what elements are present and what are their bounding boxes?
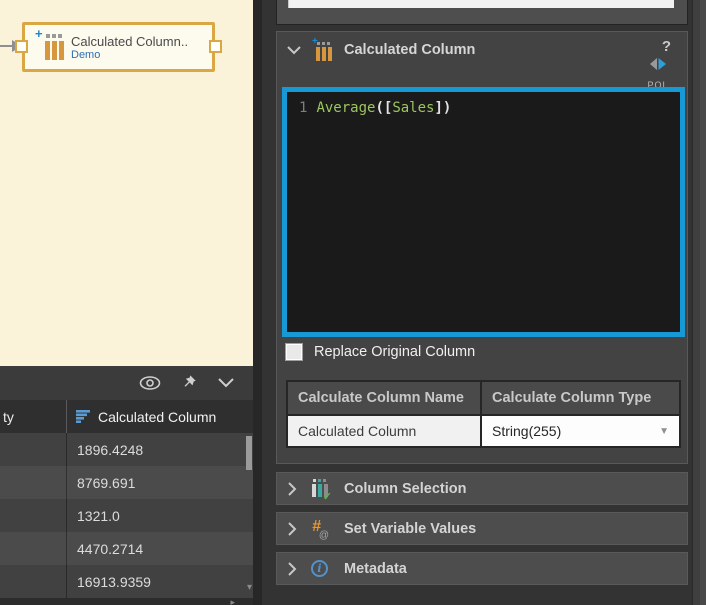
node-subtitle: Demo (71, 49, 188, 61)
workflow-canvas[interactable]: + Calculated Column.. Demo (0, 0, 253, 366)
table-row[interactable]: 1896.4248 (0, 433, 253, 466)
preview-column-header-truncated[interactable]: ty (0, 400, 67, 433)
check-icon: ✓ (323, 490, 332, 503)
chevron-right-icon (287, 561, 297, 577)
table-row[interactable]: 16913.9359 (0, 565, 253, 598)
replace-original-column-checkbox[interactable] (285, 343, 303, 361)
table-row[interactable]: 4470.2714 (0, 532, 253, 565)
preview-column-header-calculated-column[interactable]: Calculated Column (67, 400, 253, 433)
info-icon: i (310, 559, 332, 579)
cell-value: 8769.691 (77, 475, 135, 491)
section-title: Calculated Column (344, 42, 475, 58)
chevron-right-icon (287, 481, 297, 497)
code-function: Average (316, 100, 375, 116)
pin-icon[interactable] (177, 374, 199, 392)
section-label: Column Selection (344, 481, 466, 497)
pql-triangles-icon (650, 58, 666, 70)
horizontal-scrollbar-track[interactable]: ▸ (0, 598, 253, 605)
line-number: 1 (299, 100, 307, 116)
chevron-down-icon: ▼ (659, 426, 669, 437)
at-icon: @ (319, 530, 329, 541)
preview-column-label: ty (3, 409, 14, 425)
right-edge-scroll-strip (692, 0, 706, 605)
cell-value: 1896.4248 (77, 442, 143, 458)
code-punctuation: ]) (434, 100, 451, 116)
section-header[interactable]: + Calculated Column (277, 36, 687, 64)
table-row[interactable]: 8769.691 (0, 466, 253, 499)
numeric-type-icon (76, 410, 91, 423)
cell-value: 1321.0 (77, 508, 120, 524)
collapse-panel-chevron-icon[interactable] (215, 374, 237, 392)
section-metadata[interactable]: i Metadata (276, 552, 688, 585)
vertical-scrollbar-thumb[interactable] (246, 436, 252, 470)
column-config-table: Calculate Column Name Calculate Column T… (286, 380, 681, 448)
workflow-node-calculated-column[interactable]: + Calculated Column.. Demo (22, 22, 215, 72)
node-input-port[interactable] (15, 40, 28, 53)
app-window: + Calculated Column.. Demo (0, 0, 706, 605)
cell-value: 4470.2714 (77, 541, 143, 557)
column-name-header: Calculate Column Name (288, 382, 482, 414)
panel-divider (253, 0, 262, 605)
section-label: Set Variable Values (344, 521, 476, 537)
section-column-selection[interactable]: ✓ Column Selection (276, 472, 688, 505)
cell-value: 16913.9359 (77, 574, 151, 590)
data-preview-table: ty Calculated Column 1896.4248 8769.691 (0, 400, 253, 605)
pql-code-editor[interactable]: 1 Average([Sales]) (282, 87, 685, 337)
checkbox-label: Replace Original Column (314, 344, 475, 360)
column-selection-icon: ✓ (310, 479, 332, 499)
preview-column-label: Calculated Column (98, 409, 216, 425)
scrollbar-right-arrow-icon[interactable]: ▸ (230, 598, 235, 605)
config-table-row: Calculated Column String(255) ▼ (288, 416, 679, 446)
column-type-dropdown[interactable]: String(255) ▼ (482, 416, 679, 446)
code-punctuation: ([ (375, 100, 392, 116)
preview-header-row: ty Calculated Column (0, 400, 253, 433)
preview-toolbar (0, 366, 253, 400)
section-set-variable-values[interactable]: # @ Set Variable Values (276, 512, 688, 545)
plus-icon: + (35, 26, 43, 41)
section-label: Metadata (344, 561, 407, 577)
code-column-ref: Sales (392, 100, 434, 116)
node-title: Calculated Column.. (71, 34, 188, 49)
variables-icon: # @ (310, 519, 332, 539)
column-type-header: Calculate Column Type (482, 382, 679, 414)
config-table-header: Calculate Column Name Calculate Column T… (288, 382, 679, 416)
help-button[interactable]: ? (662, 38, 671, 55)
replace-original-column-row: Replace Original Column (285, 343, 475, 361)
calculated-column-node-icon: + (39, 32, 65, 62)
top-section-partial (276, 0, 688, 25)
column-name-input[interactable]: Calculated Column (288, 416, 482, 446)
top-text-input[interactable] (288, 0, 674, 8)
table-row[interactable]: 1321.0 (0, 499, 253, 532)
eye-icon[interactable] (139, 374, 161, 392)
node-output-port[interactable] (209, 40, 222, 53)
chevron-down-icon[interactable] (286, 45, 302, 55)
calculated-column-section: + Calculated Column ? PQL 1Average([Sale… (276, 31, 688, 464)
chevron-right-icon (287, 521, 297, 537)
column-type-value: String(255) (492, 423, 561, 439)
calculated-column-icon: + (311, 38, 335, 62)
scrollbar-down-arrow-icon[interactable]: ▾ (247, 583, 252, 593)
